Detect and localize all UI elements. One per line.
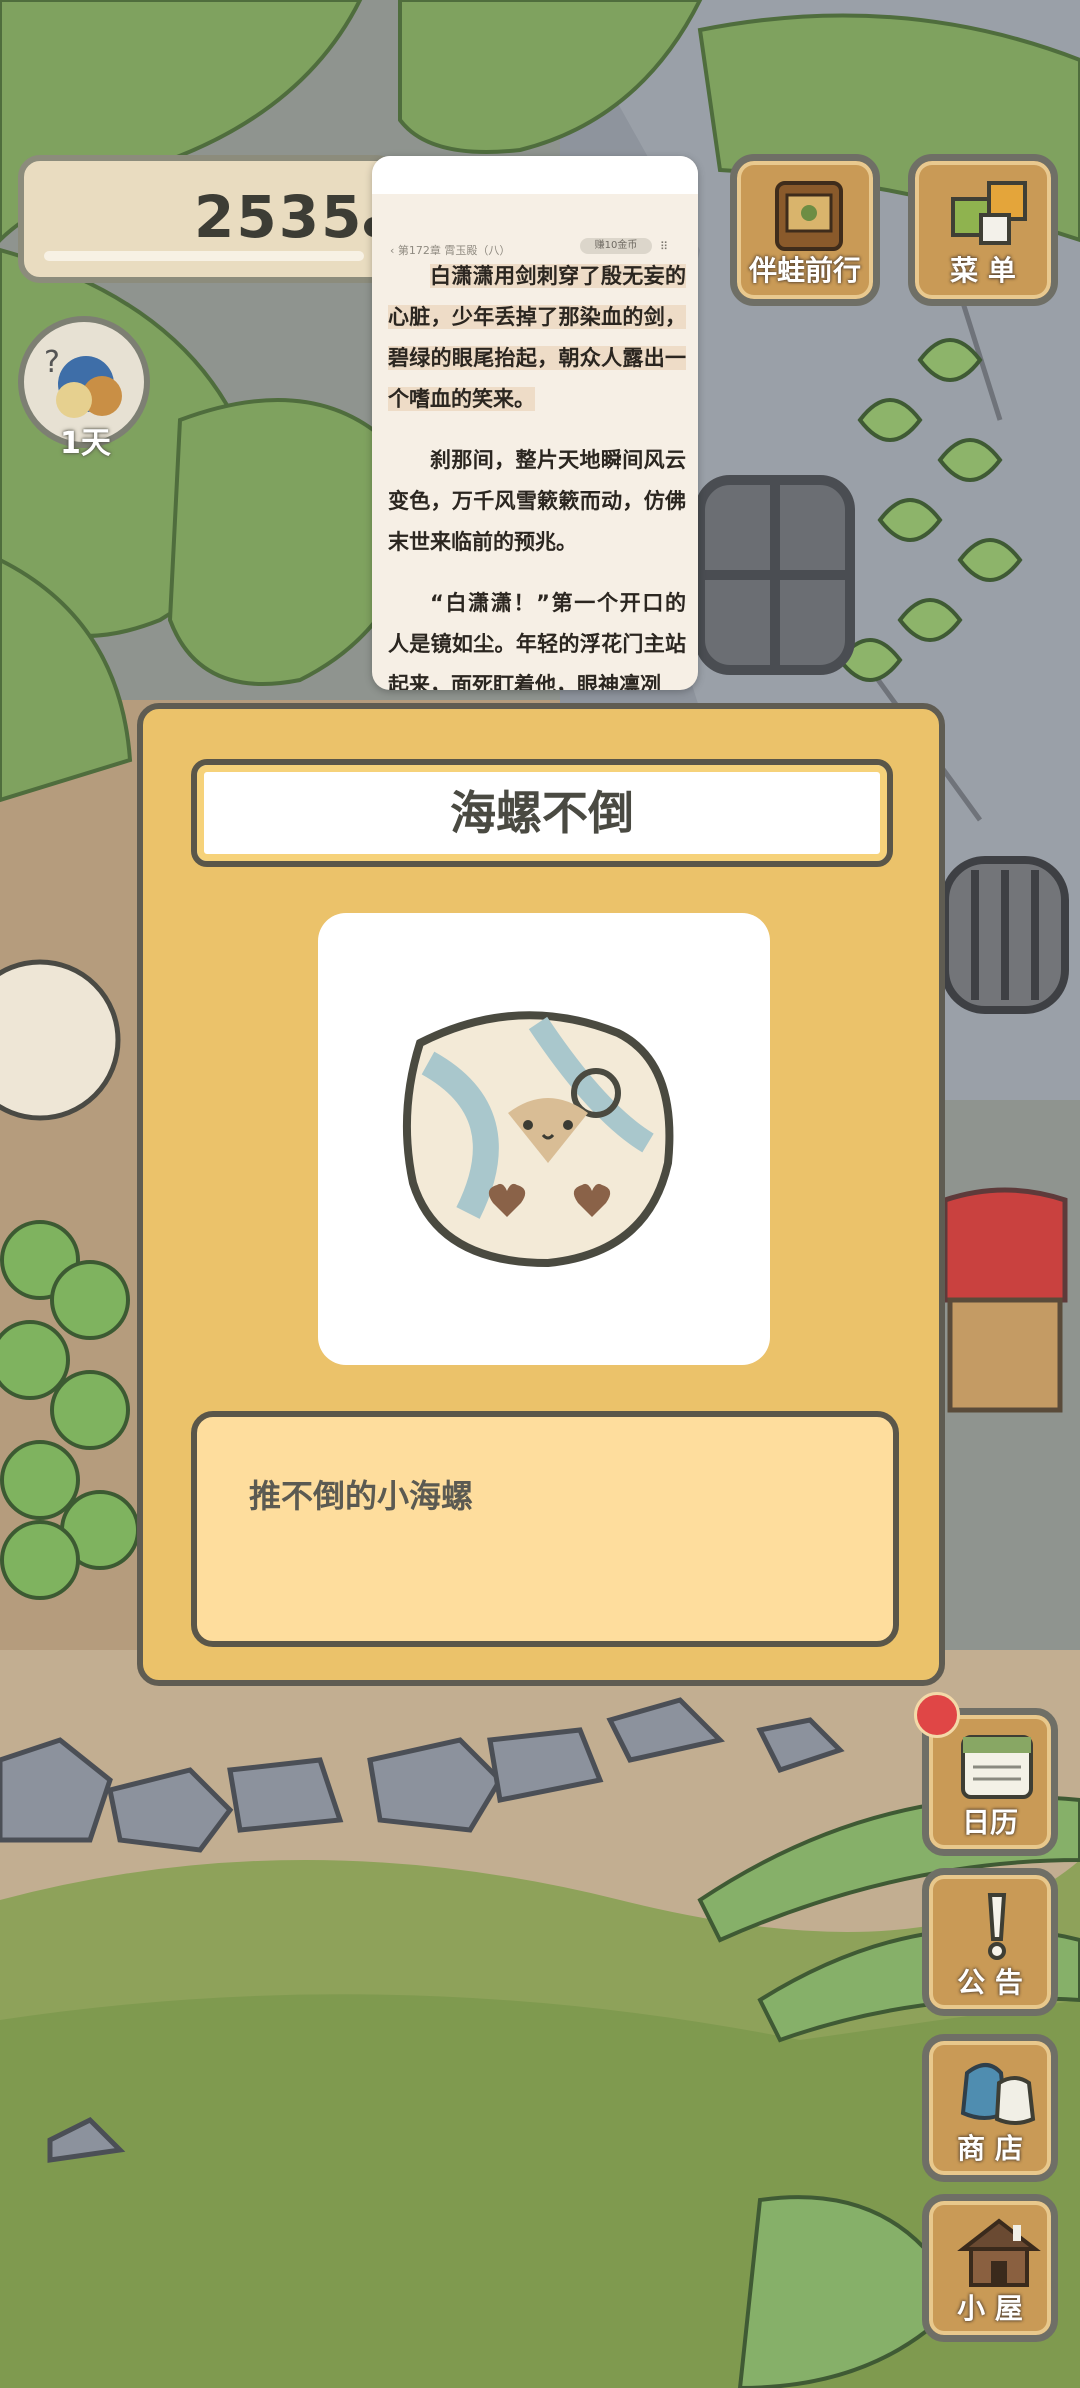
house-icon	[957, 2218, 1041, 2287]
house-label: 小 屋	[957, 2292, 1023, 2325]
travel-button[interactable]: 伴蛙前行	[730, 154, 880, 306]
item-description: 推不倒的小海螺	[249, 1477, 474, 1515]
menu-button[interactable]: 菜 单	[908, 154, 1058, 306]
calendar-icon	[961, 1735, 1033, 1799]
notice-button[interactable]: 公 告	[922, 1868, 1058, 2016]
novel-reader-overlay[interactable]: ‹ 第172章 霄玉殿（八） 赚10金币 ⠿ 白潇潇用剑刺穿了殷无妄的心脏，少年…	[372, 156, 698, 690]
paragraph-1: 白潇潇用剑刺穿了殷无妄的心脏，少年丢掉了那染血的剑，碧绿的眼尾抬起，朝众人露出一…	[388, 264, 686, 411]
clover-counter: 2535	[18, 155, 400, 283]
shop-label: 商 店	[957, 2132, 1023, 2165]
travel-label: 伴蛙前行	[748, 254, 861, 287]
shop-button[interactable]: 商 店	[922, 2034, 1058, 2182]
paragraph-3: “白潇潇！”第一个开口的人是镜如尘。年轻的浮花门主站起来，面死盯着他，眼神凛冽	[388, 591, 686, 690]
svg-text:?: ?	[44, 345, 60, 380]
clover-count: 2535	[194, 183, 364, 251]
item-image	[318, 913, 770, 1365]
exclamation-icon	[987, 1893, 1007, 1960]
day-counter: 1天	[60, 426, 111, 461]
item-detail-card: 海螺不倒 推不倒的小海螺	[137, 703, 945, 1686]
bags-icon	[960, 2063, 1036, 2125]
clover-bar	[44, 251, 364, 261]
calendar-label: 日历	[961, 1806, 1018, 1839]
notice-label: 公 告	[957, 1966, 1023, 1999]
sea-snail-toy-icon	[402, 1011, 674, 1268]
item-title: 海螺不倒	[191, 759, 893, 867]
menu-label: 菜 单	[950, 254, 1016, 287]
item-description-box: 推不倒的小海螺	[191, 1411, 899, 1647]
paragraph-2: 刹那间，整片天地瞬间风云变色，万千风雪簌簌而动，仿佛末世来临前的预兆。	[388, 448, 686, 554]
notification-dot	[914, 1692, 960, 1738]
reader-top-bar	[372, 156, 698, 194]
grid-icon[interactable]: ⠿	[660, 240, 668, 253]
reader-text: 白潇潇用剑刺穿了殷无妄的心脏，少年丢掉了那染血的剑，碧绿的眼尾抬起，朝众人露出一…	[388, 256, 686, 690]
coin-reward-badge[interactable]: 赚10金币	[580, 238, 652, 254]
house-button[interactable]: 小 屋	[922, 2194, 1058, 2342]
